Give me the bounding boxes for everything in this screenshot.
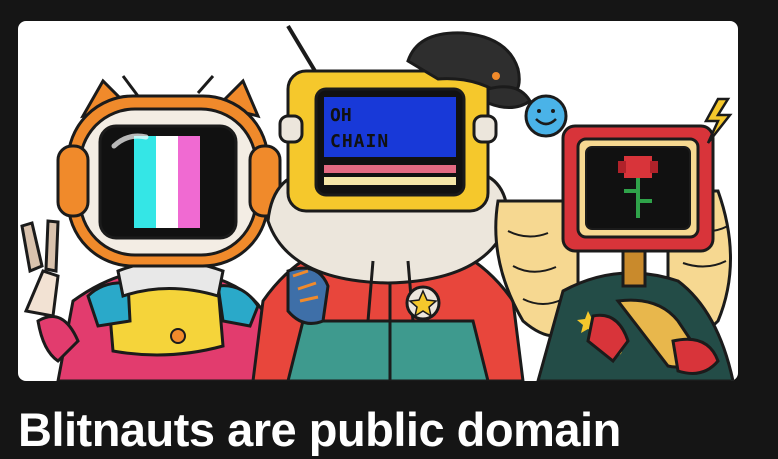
blitnaut-right xyxy=(494,97,735,381)
hero-image[interactable]: OH CHAIN xyxy=(18,21,738,381)
screen-text-line2: CHAIN xyxy=(330,131,389,152)
article-title[interactable]: Blitnauts are public domain xyxy=(18,402,621,458)
article-card[interactable]: OH CHAIN Blitnauts are public domain xyxy=(0,0,778,459)
screen-text-line1: OH xyxy=(330,105,352,126)
blitnaut-left xyxy=(20,75,282,381)
